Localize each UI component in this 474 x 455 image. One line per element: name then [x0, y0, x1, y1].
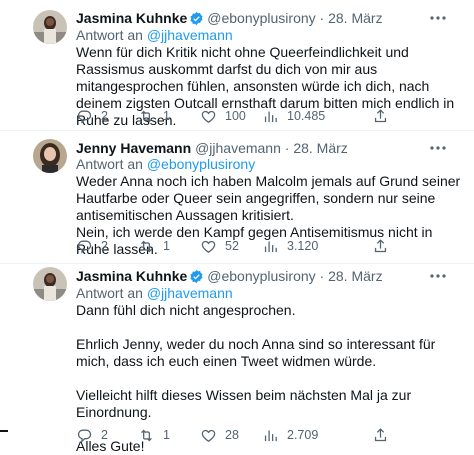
separator: · — [319, 10, 325, 26]
views-chart-icon — [264, 241, 277, 252]
tweet-date[interactable]: 28. März — [328, 268, 382, 284]
reply-to-link[interactable]: @jjhavemann — [147, 27, 233, 43]
reply-button[interactable]: 2 — [76, 426, 108, 444]
retweet-button[interactable]: 1 — [138, 107, 170, 125]
share-icon — [374, 238, 387, 252]
edge-marker — [0, 430, 8, 432]
more-options-icon[interactable] — [429, 268, 447, 285]
heart-icon — [201, 110, 216, 123]
separator: · — [319, 268, 325, 284]
reply-button[interactable]: 2 — [76, 237, 108, 255]
views-chart-icon — [264, 111, 277, 122]
tweet-date[interactable]: 28. März — [328, 10, 382, 26]
retweet-count: 1 — [163, 428, 170, 442]
reply-context: Antwort an @jjhavemann — [76, 285, 233, 302]
avatar[interactable] — [33, 139, 67, 173]
share-button[interactable] — [372, 426, 389, 444]
like-count: 52 — [225, 239, 239, 253]
reply-context: Antwort an @ebonyplusirony — [76, 156, 255, 173]
like-button[interactable]: 52 — [200, 237, 239, 255]
share-button[interactable] — [372, 237, 389, 255]
author-handle[interactable]: @ebonyplusirony — [207, 10, 315, 26]
author-name[interactable]: Jasmina Kuhnke — [76, 268, 187, 284]
reply-icon — [77, 240, 92, 254]
reply-to-link[interactable]: @jjhavemann — [147, 285, 233, 301]
views-button[interactable]: 10.485 — [262, 107, 325, 125]
share-icon — [374, 427, 387, 441]
reply-icon — [77, 429, 92, 443]
reply-to-link[interactable]: @ebonyplusirony — [147, 156, 255, 172]
author-name[interactable]: Jenny Havemann — [76, 140, 191, 156]
heart-icon — [201, 429, 216, 442]
share-icon — [374, 108, 387, 122]
tweet-date[interactable]: 28. März — [293, 140, 347, 156]
retweet-icon — [141, 429, 152, 441]
more-options-icon[interactable] — [429, 10, 447, 27]
tweet-3[interactable]: Jasmina Kuhnke @ebonyplusirony · 28. März… — [0, 264, 474, 454]
tweet-header: Jenny Havemann @jjhavemann · 28. März — [76, 140, 348, 157]
reply-count: 2 — [101, 109, 108, 123]
views-count: 2.709 — [287, 428, 319, 442]
tweet-actions: 2 1 28 2.709 — [76, 426, 456, 444]
share-button[interactable] — [372, 107, 389, 125]
retweet-button[interactable]: 1 — [138, 426, 170, 444]
avatar[interactable] — [33, 10, 67, 44]
tweet-actions: 2 1 100 10.485 — [76, 107, 456, 125]
reply-count: 2 — [101, 239, 108, 253]
views-button[interactable]: 2.709 — [262, 426, 318, 444]
reply-prefix: Antwort an — [76, 285, 143, 301]
author-name[interactable]: Jasmina Kuhnke — [76, 10, 187, 26]
retweet-count: 1 — [163, 239, 170, 253]
reply-context: Antwort an @jjhavemann — [76, 27, 233, 44]
views-button[interactable]: 3.120 — [262, 237, 318, 255]
retweet-icon — [141, 240, 152, 252]
like-count: 100 — [225, 109, 246, 123]
reply-prefix: Antwort an — [76, 27, 143, 43]
views-chart-icon — [264, 430, 277, 441]
reply-button[interactable]: 2 — [76, 107, 108, 125]
reply-icon — [77, 110, 92, 124]
like-count: 28 — [225, 428, 239, 442]
avatar[interactable] — [33, 267, 67, 301]
reply-count: 2 — [101, 428, 108, 442]
separator: · — [284, 140, 290, 156]
tweet-1[interactable]: Jasmina Kuhnke @ebonyplusirony · 28. März… — [0, 0, 474, 130]
author-handle[interactable]: @ebonyplusirony — [207, 268, 315, 284]
heart-icon — [201, 240, 216, 253]
tweet-actions: 2 1 52 3.120 — [76, 237, 456, 255]
retweet-icon — [141, 110, 152, 122]
retweet-count: 1 — [163, 109, 170, 123]
like-button[interactable]: 100 — [200, 107, 246, 125]
views-count: 3.120 — [287, 239, 319, 253]
reply-prefix: Antwort an — [76, 156, 143, 172]
more-options-icon[interactable] — [429, 140, 447, 157]
author-handle[interactable]: @jjhavemann — [195, 140, 281, 156]
tweet-2[interactable]: Jenny Havemann @jjhavemann · 28. März An… — [0, 131, 474, 263]
retweet-button[interactable]: 1 — [138, 237, 170, 255]
like-button[interactable]: 28 — [200, 426, 239, 444]
views-count: 10.485 — [287, 109, 326, 123]
